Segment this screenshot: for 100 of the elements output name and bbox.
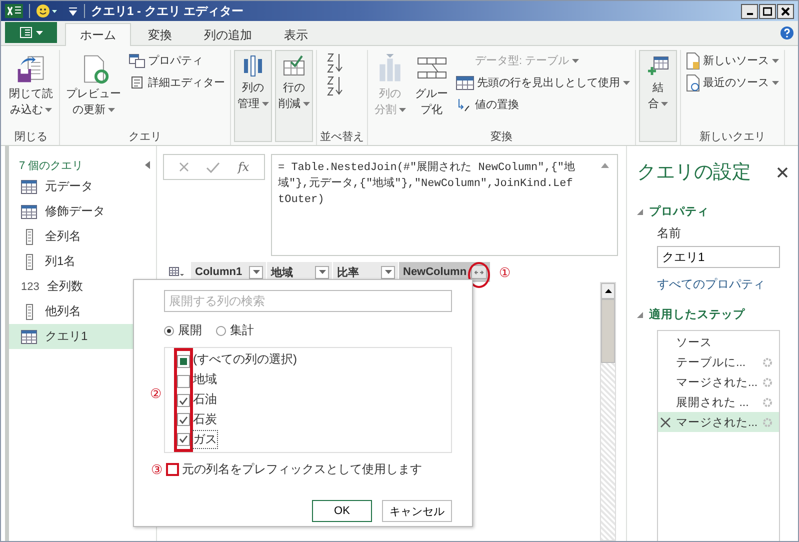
- ribbon-tab[interactable]: 列の追加: [189, 23, 267, 46]
- search-field[interactable]: 展開する列の検索: [164, 290, 452, 312]
- ribbon-button[interactable]: 行の 削減: [275, 50, 313, 142]
- radio-option[interactable]: 展開: [164, 322, 202, 339]
- scroll-up-icon[interactable]: [604, 289, 612, 293]
- customize-menu-icon[interactable]: [68, 6, 78, 16]
- step-row[interactable]: マージされた...: [658, 412, 779, 432]
- section-heading[interactable]: 適用したステップ: [649, 307, 745, 322]
- replace-values-icon: [456, 96, 472, 112]
- checkbox-label[interactable]: 石炭: [193, 410, 217, 428]
- expanded-triangle-icon[interactable]: [637, 208, 643, 214]
- expanded-triangle-icon[interactable]: [637, 312, 643, 318]
- step-row[interactable]: ソース: [658, 332, 779, 352]
- ribbon-button[interactable]: 詳細エディター: [127, 72, 227, 93]
- dialog-button[interactable]: OK: [312, 500, 372, 522]
- delete-icon[interactable]: [660, 416, 671, 428]
- query-item[interactable]: 列1名: [9, 249, 156, 274]
- ribbon-button[interactable]: プレビュー の更新: [63, 50, 124, 120]
- close-icon[interactable]: [777, 166, 788, 178]
- formula-field[interactable]: = Table.NestedJoin(#"展開された NewColumn",{"地域"},元データ,{"地域"},"NewColumn",JoinKind.LeftOuter): [271, 154, 618, 256]
- query-name: 全列数: [47, 278, 83, 295]
- sort-descending-icon[interactable]: [326, 75, 344, 97]
- checkbox[interactable]: [177, 394, 190, 408]
- caret-icon: [318, 270, 326, 274]
- table-menu-icon[interactable]: [169, 267, 185, 277]
- dialog-button[interactable]: キャンセル: [382, 500, 452, 522]
- checkbox[interactable]: [177, 374, 190, 388]
- annotation-number: ③: [151, 462, 163, 477]
- ribbon-button[interactable]: 値の置換: [454, 94, 632, 115]
- maximize-button[interactable]: [759, 4, 776, 18]
- caret-icon: [252, 270, 260, 274]
- query-item[interactable]: 他列名: [9, 299, 156, 324]
- close-icon: [781, 6, 790, 16]
- ribbon-tab[interactable]: ホーム: [65, 23, 131, 46]
- step-label: ソース: [676, 336, 713, 350]
- checkbox-label[interactable]: 地域: [193, 370, 217, 388]
- new-document-icon: [686, 52, 700, 70]
- step-label: 展開された ...: [676, 396, 750, 410]
- ribbon-button[interactable]: 閉じて読 み込む: [6, 50, 56, 120]
- checkbox[interactable]: [177, 432, 190, 446]
- minimize-button[interactable]: [741, 4, 758, 18]
- expand-button[interactable]: [471, 265, 487, 279]
- type-label: 123: [21, 280, 39, 292]
- ribbon-button[interactable]: 新しいソース: [684, 50, 781, 71]
- name-field[interactable]: クエリ1: [657, 246, 780, 268]
- checkbox-label[interactable]: ガス: [193, 430, 217, 448]
- filter-button[interactable]: [315, 266, 329, 278]
- step-row[interactable]: マージされた...: [658, 372, 779, 392]
- checkbox-label[interactable]: 元の列名をプレフィックスとして使用します: [182, 461, 422, 478]
- ribbon-button[interactable]: プロパティ: [127, 50, 227, 71]
- ribbon-button[interactable]: グルー プ化: [412, 50, 451, 120]
- step-row[interactable]: 展開された ...: [658, 392, 779, 412]
- query-name: 全列名: [45, 228, 81, 245]
- checkbox-label[interactable]: (すべての列の選択): [193, 350, 297, 368]
- checkbox[interactable]: [177, 413, 190, 426]
- checkbox[interactable]: [166, 463, 179, 476]
- checkmark-icon: [179, 435, 188, 444]
- step-label: テーブルに...: [676, 356, 747, 370]
- filter-button[interactable]: [381, 266, 395, 278]
- app-logo-icon: [5, 4, 23, 18]
- properties-icon: [129, 54, 145, 68]
- ribbon-button[interactable]: 列の 管理: [234, 50, 272, 142]
- query-item[interactable]: 元データ: [9, 174, 156, 199]
- ribbon-tab[interactable]: 変換: [133, 23, 187, 46]
- step-label: マージされた...: [676, 416, 758, 430]
- caret-icon: [384, 270, 392, 274]
- scroll-document-icon: [129, 74, 145, 90]
- collapse-icon[interactable]: [145, 161, 150, 169]
- filter-button[interactable]: [249, 266, 263, 278]
- query-name: クエリ1: [45, 328, 88, 345]
- table-icon: [21, 330, 37, 344]
- ribbon-button[interactable]: 結 合: [639, 50, 677, 142]
- query-item[interactable]: 修飾データ: [9, 199, 156, 224]
- check-icon[interactable]: [206, 162, 220, 172]
- checkbox-label[interactable]: 石油: [193, 390, 217, 408]
- indeterminate-square-icon: [180, 358, 187, 366]
- radio-option[interactable]: 集計: [216, 322, 254, 339]
- sort-ascending-icon[interactable]: [326, 52, 344, 74]
- fx-label[interactable]: fx: [238, 160, 250, 174]
- ribbon-group-label: 新しいクエリ: [698, 130, 766, 145]
- checkmark-icon: [179, 416, 188, 424]
- checkbox[interactable]: [177, 355, 190, 368]
- recent-document-icon: [686, 74, 700, 92]
- close-button[interactable]: [777, 4, 794, 18]
- file-menu-button[interactable]: [5, 22, 57, 43]
- ribbon-tab[interactable]: 表示: [269, 23, 323, 46]
- field-label: 名前: [657, 225, 682, 242]
- ribbon-group-label: 並べ替え: [320, 130, 364, 145]
- annotation-number: ②: [150, 386, 162, 401]
- annotation-number: ①: [498, 264, 511, 280]
- query-item[interactable]: 全列名: [9, 224, 156, 249]
- collapse-up-icon[interactable]: [601, 163, 609, 168]
- help-icon[interactable]: [780, 26, 794, 40]
- ribbon-button[interactable]: 先頭の行を見出しとして使用: [454, 72, 632, 93]
- step-row[interactable]: テーブルに...: [658, 352, 779, 372]
- ribbon-button[interactable]: 最近のソース: [684, 72, 781, 93]
- vertical-scrollbar[interactable]: [600, 282, 616, 541]
- scrollbar-thumb[interactable]: [601, 299, 615, 363]
- all-properties-link[interactable]: すべてのプロパティ: [657, 276, 788, 293]
- section-heading[interactable]: プロパティ: [649, 204, 709, 219]
